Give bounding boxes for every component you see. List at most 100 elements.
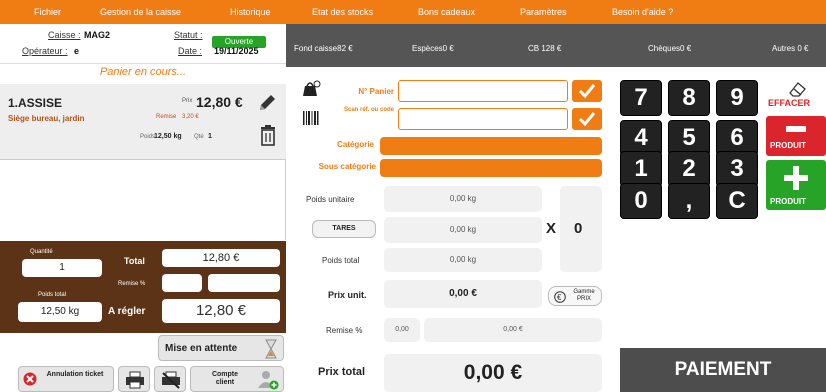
item-name: 1.ASSISE bbox=[8, 96, 63, 110]
totals-panel: Quantité 1 Total 12,80 € Remise % Poids … bbox=[0, 241, 286, 333]
caisse-value: MAG2 bbox=[84, 30, 111, 40]
eraser-icon bbox=[789, 82, 806, 97]
check-icon bbox=[578, 112, 596, 127]
menu-aide[interactable]: Besoin d'aide ? bbox=[612, 7, 673, 17]
key-7[interactable]: 7 bbox=[620, 80, 662, 116]
key-1[interactable]: 1 bbox=[620, 151, 662, 187]
paiement-button[interactable]: PAIEMENT bbox=[620, 348, 826, 392]
a-regler-field: 12,80 € bbox=[162, 299, 280, 323]
prix-unit-field[interactable]: 0,00 € bbox=[384, 280, 542, 308]
form-poids-total-field: 0,00 kg bbox=[384, 248, 542, 272]
statut-label: Statut : bbox=[174, 30, 203, 40]
add-client-icon bbox=[258, 371, 279, 390]
cancel-icon bbox=[23, 372, 37, 386]
poids-unitaire-field[interactable]: 0,00 kg bbox=[384, 186, 542, 212]
key-0[interactable]: 0 bbox=[620, 183, 662, 219]
item-qte: 1 bbox=[208, 133, 212, 140]
autres-total: Autres 0 € bbox=[772, 44, 809, 53]
bag-tag-icon bbox=[303, 80, 321, 96]
item-poids: 12,50 kg bbox=[154, 133, 182, 140]
barcode-icon bbox=[303, 111, 319, 125]
cart-line-item[interactable]: 1.ASSISE Siège bureau, jardin Prix 12,80… bbox=[0, 84, 286, 160]
annulation-ticket-button[interactable]: Annulation ticket bbox=[18, 366, 114, 392]
item-prix-label: Prix bbox=[182, 98, 193, 104]
categorie-select[interactable] bbox=[380, 137, 602, 155]
tares-button[interactable]: TARES bbox=[312, 220, 376, 238]
remise-pct-input[interactable]: 0,00 bbox=[384, 318, 420, 342]
date-label: Date : bbox=[178, 46, 203, 56]
especes-total: Espèces0 € bbox=[412, 44, 454, 53]
check-icon bbox=[578, 84, 596, 99]
key-3[interactable]: 3 bbox=[716, 151, 758, 187]
total-field: 12,80 € bbox=[162, 249, 280, 267]
gamme-prix-button[interactable]: € Gamme PRIX bbox=[548, 286, 602, 306]
key-2[interactable]: 2 bbox=[668, 151, 710, 187]
remove-product-button[interactable]: PRODUIT bbox=[766, 116, 826, 156]
item-poids-label: Poids bbox=[140, 134, 156, 140]
a-regler-label: A régler bbox=[108, 306, 146, 317]
quantite-field[interactable]: 1 bbox=[22, 259, 102, 277]
operateur-label: Opérateur : bbox=[22, 46, 68, 56]
top-menu-bar: Fichier Gestion de la caisse Historique … bbox=[0, 0, 826, 24]
minus-icon bbox=[786, 126, 806, 132]
item-qte-label: Qté bbox=[194, 134, 204, 140]
key-clear[interactable]: C bbox=[716, 183, 758, 219]
prix-unit-label: Prix unit. bbox=[328, 290, 367, 300]
scan-input[interactable] bbox=[398, 108, 568, 130]
print-button[interactable] bbox=[118, 366, 150, 392]
key-comma[interactable]: , bbox=[668, 183, 710, 219]
total-label: Total bbox=[124, 256, 145, 266]
categorie-label: Catégorie bbox=[337, 140, 374, 149]
edit-pencil-icon[interactable] bbox=[256, 92, 278, 114]
cash-totals-bar: Fond caisse82 € Espèces0 € CB 128 € Chèq… bbox=[286, 24, 826, 67]
svg-text:€: € bbox=[557, 293, 562, 302]
fond-caisse: Fond caisse82 € bbox=[294, 44, 353, 53]
effacer-button[interactable]: EFFACER bbox=[764, 80, 826, 116]
key-9[interactable]: 9 bbox=[716, 80, 758, 116]
operateur-value: e bbox=[74, 46, 80, 56]
num-panier-input[interactable] bbox=[398, 80, 568, 102]
menu-historique[interactable]: Historique bbox=[230, 7, 271, 17]
menu-etat-stocks[interactable]: Etat des stocks bbox=[312, 7, 373, 17]
euro-icon: € bbox=[554, 291, 566, 303]
remise-pct-label: Remise % bbox=[118, 281, 146, 287]
cb-total: CB 128 € bbox=[528, 44, 562, 53]
poids-unitaire-label: Poids unitaire bbox=[306, 195, 355, 204]
remise-amount-field[interactable] bbox=[208, 274, 280, 292]
key-8[interactable]: 8 bbox=[668, 80, 710, 116]
form-remise-label: Remise % bbox=[326, 326, 363, 335]
multiply-label: X bbox=[546, 220, 557, 237]
menu-fichier[interactable]: Fichier bbox=[34, 7, 61, 17]
num-panier-confirm-button[interactable] bbox=[572, 80, 602, 102]
annulation-ticket-label: Annulation ticket bbox=[46, 371, 104, 378]
remise-amount-input[interactable]: 0,00 € bbox=[424, 318, 602, 342]
sous-categorie-label: Sous catégorie bbox=[318, 162, 376, 171]
plus-icon bbox=[784, 166, 808, 190]
num-panier-label: N° Panier bbox=[358, 87, 394, 96]
menu-parametres[interactable]: Paramètres bbox=[520, 7, 567, 17]
compte-client-button[interactable]: Compte client bbox=[190, 366, 284, 392]
remove-product-label: PRODUIT bbox=[770, 141, 806, 150]
prix-total-label: Prix total bbox=[318, 366, 366, 378]
poids-total-field: 12,50 kg bbox=[18, 302, 102, 322]
cheques-total: Chèques0 € bbox=[648, 44, 692, 53]
add-product-button[interactable]: PRODUIT bbox=[766, 160, 826, 210]
mise-en-attente-button[interactable]: Mise en attente bbox=[158, 335, 284, 361]
menu-gestion-caisse[interactable]: Gestion de la caisse bbox=[100, 7, 181, 17]
register-info-header: Caisse : MAG2 Opérateur : e Statut : Ouv… bbox=[0, 24, 286, 64]
trash-icon[interactable] bbox=[259, 124, 277, 146]
add-product-label: PRODUIT bbox=[770, 197, 806, 206]
cart-empty-area bbox=[0, 160, 286, 240]
item-remise: 3,20 € bbox=[182, 114, 199, 120]
menu-bons-cadeaux[interactable]: Bons cadeaux bbox=[418, 7, 475, 17]
sous-categorie-select[interactable] bbox=[380, 159, 602, 177]
quantity-multiplier-field[interactable]: 0 bbox=[560, 186, 602, 272]
item-description: Siège bureau, jardin bbox=[8, 114, 85, 123]
hourglass-icon bbox=[265, 339, 277, 359]
tares-field[interactable]: 0,00 kg bbox=[384, 217, 542, 243]
gamme-prix-label: Gamme PRIX bbox=[573, 289, 595, 302]
no-ticket-button[interactable] bbox=[154, 366, 186, 392]
scan-confirm-button[interactable] bbox=[572, 108, 602, 130]
remise-pct-field[interactable] bbox=[162, 274, 202, 292]
prix-total-field: 0,00 € bbox=[384, 354, 602, 392]
